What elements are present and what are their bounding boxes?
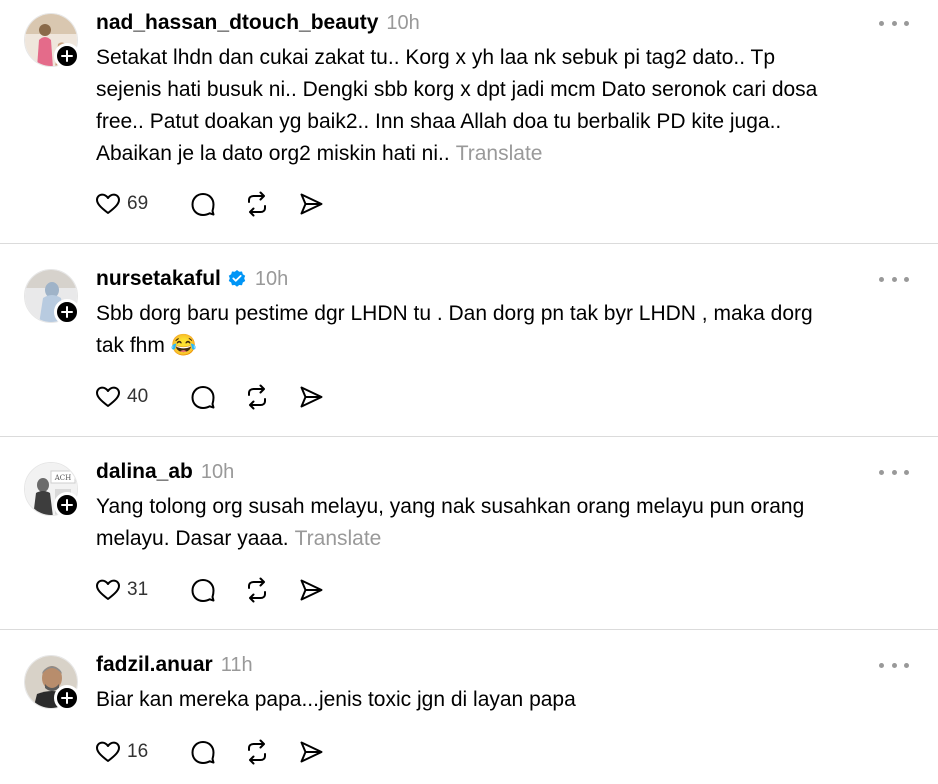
timestamp[interactable]: 10h — [386, 12, 419, 35]
svg-text:ACH: ACH — [54, 474, 72, 482]
repost-icon — [243, 738, 271, 766]
comment-line: free.. Patut doakan yg baik2.. Inn shaa … — [96, 110, 782, 133]
comment-line: Sbb dorg baru pestime dgr LHDN tu . Dan … — [96, 302, 813, 325]
translate-link[interactable]: Translate — [295, 527, 382, 550]
share-button[interactable] — [297, 190, 325, 218]
like-count: 69 — [127, 193, 149, 214]
timestamp[interactable]: 10h — [255, 268, 288, 291]
comment-post: fadzil.anuar 11h Biar kan mereka papa...… — [0, 642, 938, 784]
comment-line: Biar kan mereka papa...jenis toxic jgn d… — [96, 688, 576, 711]
comment-line: tak fhm 😂 — [96, 334, 197, 357]
comment-line: sejenis hati busuk ni.. Dengki sbb korg … — [96, 78, 818, 101]
reply-button[interactable] — [189, 190, 217, 218]
comment-header: dalina_ab 10h — [96, 459, 234, 485]
heart-icon — [94, 383, 122, 411]
reply-button[interactable] — [189, 576, 217, 604]
comment-text: Setakat lhdn dan cukai zakat tu.. Korg x… — [96, 42, 916, 170]
action-bar: 40 — [94, 382, 325, 412]
comment-bubble-icon — [189, 383, 217, 411]
like-count: 16 — [127, 741, 149, 762]
comment-line-text: melayu. Dasar yaaa. — [96, 527, 289, 550]
repost-button[interactable] — [243, 190, 271, 218]
comment-post: nad_hassan_dtouch_beauty 10h Setakat lhd… — [0, 0, 938, 244]
timestamp[interactable]: 11h — [221, 654, 253, 677]
comment-post: ACH dalina_ab 10h Yang tolong org susah … — [0, 449, 938, 630]
like-count: 40 — [127, 386, 149, 407]
like-button[interactable]: 40 — [94, 383, 163, 411]
send-icon — [297, 576, 325, 604]
reply-button[interactable] — [189, 738, 217, 766]
send-icon — [297, 383, 325, 411]
avatar[interactable] — [24, 13, 80, 69]
action-bar: 69 — [94, 189, 325, 219]
comment-line: melayu. Dasar yaaa. Translate — [96, 523, 916, 555]
repost-icon — [243, 190, 271, 218]
comment-line-text: Abaikan je la dato org2 miskin hati ni.. — [96, 142, 450, 165]
comment-text: Sbb dorg baru pestime dgr LHDN tu . Dan … — [96, 298, 916, 362]
translate-link[interactable]: Translate — [456, 142, 543, 165]
timestamp[interactable]: 10h — [201, 461, 234, 484]
comment-line: Setakat lhdn dan cukai zakat tu.. Korg x… — [96, 46, 776, 69]
more-options-icon[interactable] — [879, 274, 909, 284]
repost-icon — [243, 383, 271, 411]
send-icon — [297, 190, 325, 218]
heart-icon — [94, 576, 122, 604]
comment-header: nad_hassan_dtouch_beauty 10h — [96, 10, 420, 36]
avatar[interactable]: ACH — [24, 462, 80, 518]
repost-icon — [243, 576, 271, 604]
like-button[interactable]: 69 — [94, 190, 163, 218]
like-button[interactable]: 31 — [94, 576, 163, 604]
comment-feed: nad_hassan_dtouch_beauty 10h Setakat lhd… — [0, 0, 938, 784]
action-bar: 31 — [94, 575, 325, 605]
username[interactable]: nursetakaful — [96, 267, 221, 291]
username[interactable]: fadzil.anuar — [96, 653, 213, 677]
follow-plus-icon[interactable] — [54, 43, 80, 69]
username[interactable]: dalina_ab — [96, 460, 193, 484]
comment-header: fadzil.anuar 11h — [96, 652, 253, 678]
avatar[interactable] — [24, 269, 80, 325]
follow-plus-icon[interactable] — [54, 685, 80, 711]
more-options-icon[interactable] — [879, 467, 909, 477]
repost-button[interactable] — [243, 383, 271, 411]
more-options-icon[interactable] — [879, 18, 909, 28]
heart-icon — [94, 738, 122, 766]
share-button[interactable] — [297, 738, 325, 766]
username[interactable]: nad_hassan_dtouch_beauty — [96, 11, 378, 35]
comment-line: Abaikan je la dato org2 miskin hati ni..… — [96, 138, 916, 170]
action-bar: 16 — [94, 737, 325, 767]
comment-bubble-icon — [189, 190, 217, 218]
like-count: 31 — [127, 579, 149, 600]
comment-text: Yang tolong org susah melayu, yang nak s… — [96, 491, 916, 555]
comment-header: nursetakaful 10h — [96, 266, 288, 292]
send-icon — [297, 738, 325, 766]
comment-text: Biar kan mereka papa...jenis toxic jgn d… — [96, 684, 916, 716]
more-options-icon[interactable] — [879, 660, 909, 670]
heart-icon — [94, 190, 122, 218]
verified-badge-icon — [227, 269, 247, 289]
comment-bubble-icon — [189, 738, 217, 766]
comment-bubble-icon — [189, 576, 217, 604]
repost-button[interactable] — [243, 576, 271, 604]
reply-button[interactable] — [189, 383, 217, 411]
follow-plus-icon[interactable] — [54, 299, 80, 325]
share-button[interactable] — [297, 383, 325, 411]
follow-plus-icon[interactable] — [54, 492, 80, 518]
share-button[interactable] — [297, 576, 325, 604]
comment-post: nursetakaful 10h Sbb dorg baru pestime d… — [0, 256, 938, 437]
avatar[interactable] — [24, 655, 80, 711]
comment-line: Yang tolong org susah melayu, yang nak s… — [96, 495, 805, 518]
like-button[interactable]: 16 — [94, 738, 163, 766]
repost-button[interactable] — [243, 738, 271, 766]
